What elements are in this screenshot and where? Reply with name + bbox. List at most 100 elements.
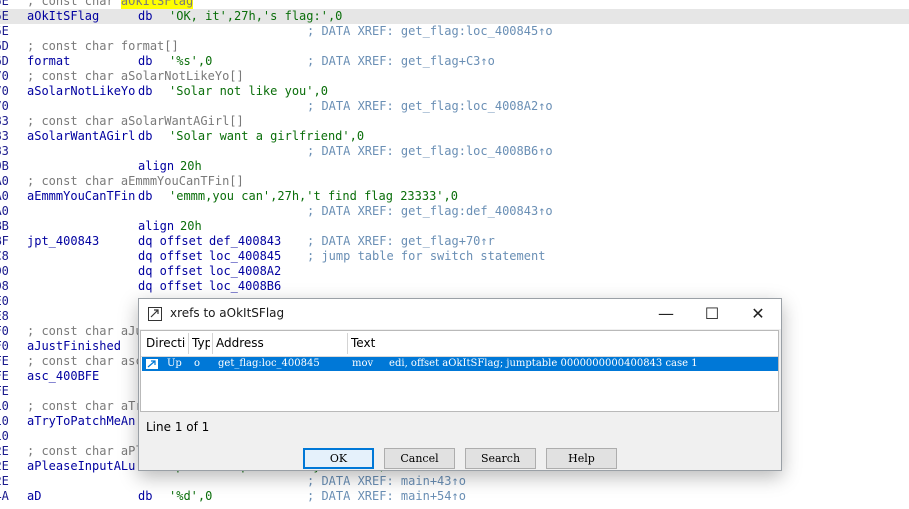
line-label: aPleaseInputALu — [27, 459, 136, 473]
line-operands: loc_4008A2 — [209, 264, 282, 278]
line-address: BBFE — [0, 354, 9, 368]
line-address: BBA0 — [0, 174, 9, 188]
listing-line[interactable]: BBA0 ; DATA XREF: get_flag:def_400843↑o — [0, 204, 909, 219]
line-operands: 'Solar not like you',0 — [169, 84, 328, 98]
row-type: o — [194, 358, 201, 369]
declaration-comment: ; const char aSolarWantAGirl[] — [27, 114, 244, 128]
line-operands: 'OK, it',27h,'s flag:',0 — [169, 9, 343, 23]
line-address: BB9B — [0, 159, 9, 173]
line-address: BC10 — [0, 414, 9, 428]
line-label: asc_400BFE — [27, 369, 100, 383]
line-label: aTryToPatchMeAn — [27, 414, 136, 428]
highlighted-identifier[interactable]: aOkItSFlag — [120, 0, 194, 9]
column-address[interactable]: Address — [216, 336, 344, 350]
dialog-titlebar[interactable]: xrefs to aOkItSFlag — ☐ ✕ — [139, 299, 781, 329]
line-address: BC2E — [0, 474, 9, 488]
line-address: BC2E — [0, 444, 9, 458]
listing-line[interactable]: BBA0 aEmmmYouCanTFindb 'emmm,you can',27h,… — [0, 189, 909, 204]
line-comment: ; DATA XREF: get_flag:def_400843↑o — [307, 204, 553, 218]
listing-line[interactable]: BBD0 dq offset loc_4008A2 — [0, 264, 909, 279]
xrefs-list[interactable]: Direction Type Address Text Up o get_fla… — [140, 330, 779, 412]
listing-line[interactable]: BC2E ; DATA XREF: main+43↑o — [0, 474, 909, 489]
line-operands: loc_400845 — [209, 249, 282, 263]
column-divider — [347, 333, 348, 354]
line-operands: 20h — [180, 159, 202, 173]
listing-line[interactable]: BBBF jpt_400843 dq offset def_400843 ; DATA … — [0, 234, 909, 249]
listing-line[interactable]: BB83 ; DATA XREF: get_flag:loc_4008B6↑o — [0, 144, 909, 159]
line-mnemonic: db — [138, 129, 153, 143]
listing-line[interactable]: BB6D ; const char format[] — [0, 39, 909, 54]
declaration-comment: ; const char aOkItSFlag[] — [27, 0, 194, 9]
line-comment: ; DATA XREF: get_flag:loc_4008B6↑o — [307, 144, 553, 158]
status-line: Line 1 of 1 — [146, 420, 210, 434]
line-mnemonic: dq offset — [138, 264, 204, 278]
listing-line[interactable]: BBD8 dq offset loc_4008B6 — [0, 279, 909, 294]
listing-line[interactable]: BB5E aOkItSFlag db 'OK, it',27h,'s flag:',0 — [0, 9, 909, 24]
cancel-button[interactable]: Cancel — [384, 448, 455, 469]
line-mnemonic: db — [138, 9, 153, 23]
line-address: BBC8 — [0, 249, 9, 263]
column-text[interactable]: Text — [351, 336, 751, 350]
ok-button[interactable]: OK — [303, 448, 374, 469]
line-address: BBD8 — [0, 279, 9, 293]
line-address: BC10 — [0, 399, 9, 413]
help-button[interactable]: Help — [546, 448, 617, 469]
declaration-comment: ; const char aSolarNotLikeYo[] — [27, 69, 244, 83]
line-label: aJustFinished — [27, 339, 121, 353]
listing-line[interactable]: BB83 aSolarWantAGirldb 'Solar want a girlf… — [0, 129, 909, 144]
line-comment: ; DATA XREF: get_flag+70↑r — [307, 234, 495, 248]
line-address: BB83 — [0, 144, 9, 158]
line-mnemonic: db — [138, 489, 153, 503]
line-address: BBBF — [0, 234, 9, 248]
line-address: BBA0 — [0, 204, 9, 218]
listing-line[interactable]: BBC8 dq offset loc_400845 ; jump table for … — [0, 249, 909, 264]
declaration-prefix: ; const char — [27, 0, 121, 8]
listing-line[interactable]: BB5E ; const char aOkItSFlag[] — [0, 0, 909, 9]
column-direction[interactable]: Direction — [146, 336, 186, 350]
line-label: aD — [27, 489, 42, 503]
declaration-comment: ; const char asc — [27, 354, 143, 368]
listing-line[interactable]: BB70 aSolarNotLikeYodb 'Solar not like you… — [0, 84, 909, 99]
listing-line[interactable]: BB83 ; const char aSolarWantAGirl[] — [0, 114, 909, 129]
listing-line[interactable]: BB6D format db '%s',0 ; DATA XREF: get_flag+… — [0, 54, 909, 69]
close-icon[interactable]: ✕ — [735, 299, 781, 329]
line-address: BB5E — [0, 9, 9, 23]
line-operands: 'emmm,you can',27h,'t find flag 23333',0 — [169, 189, 458, 203]
row-address: get_flag:loc_400845 — [218, 358, 320, 369]
line-mnemonic: db — [138, 189, 153, 203]
listing-line[interactable]: BB70 ; const char aSolarNotLikeYo[] — [0, 69, 909, 84]
line-label: aOkItSFlag — [27, 9, 100, 23]
xrefs-dialog: xrefs to aOkItSFlag — ☐ ✕ Direction Type… — [138, 298, 782, 471]
line-operands: '%d',0 — [169, 489, 213, 503]
listing-line[interactable]: BB70 ; DATA XREF: get_flag:loc_4008A2↑o — [0, 99, 909, 114]
listing-line[interactable]: BBA0 ; const char aEmmmYouCanTFin[] — [0, 174, 909, 189]
line-mnemonic: dq offset — [138, 234, 204, 248]
listing-line[interactable]: BB5E ; DATA XREF: get_flag:loc_400845↑o — [0, 24, 909, 39]
maximize-icon[interactable]: ☐ — [689, 299, 735, 329]
listing-line[interactable]: BB9B align 20h — [0, 159, 909, 174]
line-address: BB5E — [0, 0, 9, 8]
line-address: BBF0 — [0, 324, 9, 338]
line-address: BB70 — [0, 99, 9, 113]
declaration-comment: ; const char aPl — [27, 444, 143, 458]
row-direction: Up — [167, 358, 182, 369]
line-comment: ; DATA XREF: get_flag:loc_400845↑o — [307, 24, 553, 38]
column-divider — [212, 333, 213, 354]
list-header: Direction Type Address Text — [141, 331, 778, 357]
column-type[interactable]: Type — [192, 336, 210, 350]
line-address: BB83 — [0, 114, 9, 128]
listing-line[interactable]: BBBB align 20h — [0, 219, 909, 234]
table-row[interactable]: Up o get_flag:loc_400845 mov edi, offset… — [142, 357, 778, 371]
minimize-icon[interactable]: — — [643, 299, 689, 329]
line-address: BB70 — [0, 69, 9, 83]
line-mnemonic: align — [138, 159, 175, 173]
search-button[interactable]: Search — [465, 448, 536, 469]
line-address: BBF0 — [0, 339, 9, 353]
declaration-comment: ; const char aTr — [27, 399, 143, 413]
listing-line[interactable]: BC4A aD db '%d',0 ; DATA XREF: main+54↑o — [0, 489, 909, 504]
line-address: BBA0 — [0, 189, 9, 203]
line-address: BB70 — [0, 84, 9, 98]
line-comment: ; DATA XREF: get_flag+C3↑o — [307, 54, 495, 68]
line-operands: loc_4008B6 — [209, 279, 282, 293]
line-address: BC2E — [0, 459, 9, 473]
